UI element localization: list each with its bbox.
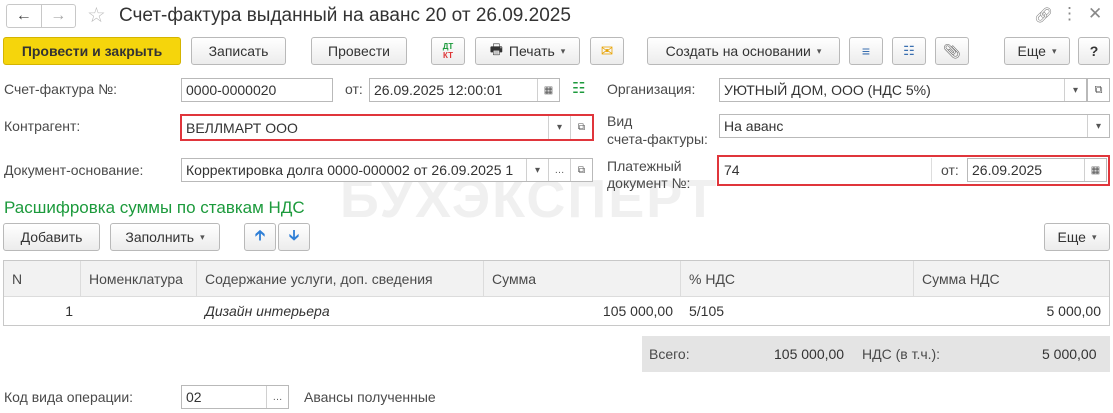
table-more-button[interactable]: Еще ▾ — [1044, 223, 1110, 251]
payment-document-label-2: документ №: — [607, 175, 691, 191]
nav-buttons: ← → — [6, 4, 76, 28]
dt-kt-button[interactable]: ДТ КТ — [431, 37, 465, 65]
date-field[interactable]: 26.09.2025 12:00:01 ▦ — [369, 78, 560, 102]
help-button[interactable]: ? — [1078, 37, 1110, 65]
payment-number-field[interactable]: 74 — [720, 158, 932, 182]
open-icon[interactable]: ⧉ — [570, 116, 592, 139]
vat-total-label: НДС (в т.ч.): — [862, 346, 941, 362]
email-button[interactable]: ✉ — [590, 37, 624, 65]
invoice-kind-label-1: Вид — [607, 113, 633, 129]
link-icon[interactable]: 🔗︎ — [1034, 6, 1053, 24]
table-header: N Номенклатура Содержание услуги, доп. с… — [4, 261, 1109, 297]
base-document-field[interactable]: Корректировка долга 0000-000002 от 26.09… — [181, 158, 593, 182]
col-item[interactable]: Номенклатура — [81, 261, 197, 296]
dropdown-caret-icon: ▾ — [816, 45, 822, 56]
post-and-close-button[interactable]: Провести и закрыть — [3, 37, 181, 65]
dropdown-caret-icon: ▾ — [1091, 231, 1097, 242]
post-button[interactable]: Провести — [311, 37, 407, 65]
calendar-icon[interactable]: ▦ — [537, 79, 559, 101]
base-document-label: Документ-основание: — [4, 162, 144, 178]
total-value: 105 000,00 — [774, 346, 845, 362]
vat-total-value: 5 000,00 — [1042, 346, 1097, 362]
vat-table: N Номенклатура Содержание услуги, доп. с… — [3, 260, 1110, 326]
cell-vat-sum: 5 000,00 — [1046, 303, 1102, 319]
cell-vat-rate: 5/105 — [689, 303, 725, 319]
organization-label: Организация: — [607, 81, 696, 97]
paperclip-icon: 📎︎ — [943, 42, 961, 59]
arrow-down-icon: 🡳︎ — [288, 226, 300, 244]
dropdown-arrow-icon[interactable]: ▾ — [1087, 115, 1109, 137]
table-row[interactable]: 1 Дизайн интерьера 105 000,00 5/105 5 00… — [4, 297, 1109, 325]
payment-document-label-1: Платежный — [607, 158, 682, 174]
dropdown-arrow-icon[interactable]: ▾ — [1064, 79, 1086, 101]
date-label: от: — [345, 81, 363, 97]
dropdown-arrow-icon[interactable]: ▾ — [526, 159, 548, 181]
printer-icon: 🖶︎ — [489, 41, 503, 57]
move-up-button[interactable]: 🡱︎ — [244, 223, 276, 251]
operation-name: Авансы полученные — [304, 389, 436, 405]
cell-n: 1 — [65, 303, 73, 319]
structure-button[interactable]: ☷ — [892, 37, 926, 65]
col-sum[interactable]: Сумма — [484, 261, 681, 296]
section-title: Расшифровка суммы по ставкам НДС — [4, 198, 305, 217]
move-down-button[interactable]: 🡳︎ — [278, 223, 310, 251]
cell-sum: 105 000,00 — [602, 303, 673, 319]
dropdown-arrow-icon[interactable]: ▾ — [548, 116, 570, 139]
open-icon: ⧉ — [1094, 83, 1103, 96]
back-arrow-icon[interactable]: ← — [7, 5, 42, 27]
col-vat-sum[interactable]: Сумма НДС — [914, 261, 1109, 296]
create-based-on-button[interactable]: Создать на основании ▾ — [647, 37, 840, 65]
col-vat-rate[interactable]: % НДС — [681, 261, 914, 296]
counterparty-field[interactable]: ВЕЛЛМАРТ ООО ▾ ⧉ — [180, 114, 594, 141]
payment-date-field[interactable]: 26.09.2025 ▦ — [967, 158, 1107, 182]
add-button[interactable]: Добавить — [3, 223, 100, 251]
edit-document-icon[interactable]: ☷ — [572, 79, 585, 97]
invoice-kind-label-2: счета-фактуры: — [607, 131, 708, 147]
organization-open-button[interactable]: ⧉ — [1087, 78, 1110, 102]
attachment-button[interactable]: 📎︎ — [935, 37, 969, 65]
dropdown-caret-icon: ▾ — [200, 231, 205, 242]
select-ellipsis-icon[interactable]: … — [266, 386, 288, 408]
open-icon[interactable]: ⧉ — [570, 159, 592, 181]
structure-icon: ☷ — [903, 43, 915, 58]
document-list-button[interactable]: ≡ — [849, 37, 883, 65]
cell-item — [81, 297, 197, 325]
operation-code-field[interactable]: 02 … — [181, 385, 289, 409]
more-button[interactable]: Еще ▾ — [1004, 37, 1070, 65]
totals-bar: Всего: 105 000,00 НДС (в т.ч.): 5 000,00 — [642, 336, 1110, 372]
list-icon: ≡ — [861, 43, 871, 59]
envelope-icon: ✉ — [600, 43, 614, 60]
dropdown-caret-icon: ▾ — [1051, 45, 1057, 56]
forward-arrow-icon[interactable]: → — [42, 5, 76, 27]
close-icon[interactable]: ✕ — [1088, 4, 1102, 24]
operation-code-label: Код вида операции: — [4, 389, 134, 405]
payment-document-group: 74 от: 26.09.2025 ▦ — [717, 155, 1110, 186]
menu-dots-icon[interactable]: ⋮ — [1061, 4, 1078, 24]
calendar-icon[interactable]: ▦ — [1084, 159, 1106, 181]
total-label: Всего: — [649, 346, 690, 362]
print-button[interactable]: 🖶︎ Печать ▾ — [475, 37, 580, 65]
col-n[interactable]: N — [4, 261, 81, 296]
invoice-kind-field[interactable]: На аванс ▾ — [719, 114, 1110, 138]
organization-field[interactable]: УЮТНЫЙ ДОМ, ООО (НДС 5%) ▾ — [719, 78, 1087, 102]
cell-content: Дизайн интерьера — [205, 303, 330, 319]
favorite-star-icon[interactable]: ☆ — [87, 3, 106, 28]
arrow-up-icon: 🡱︎ — [254, 226, 266, 244]
save-button[interactable]: Записать — [191, 37, 286, 65]
col-content[interactable]: Содержание услуги, доп. сведения — [197, 261, 484, 296]
fill-button[interactable]: Заполнить ▾ — [110, 223, 220, 251]
payment-date-label: от: — [941, 162, 959, 178]
invoice-number-label: Счет-фактура №: — [4, 81, 118, 97]
invoice-number-field[interactable]: 0000-0000020 — [181, 78, 333, 102]
page-title: Счет-фактура выданный на аванс 20 от 26.… — [119, 5, 571, 26]
dropdown-caret-icon: ▾ — [560, 45, 566, 56]
select-ellipsis-icon[interactable]: … — [548, 159, 570, 181]
counterparty-label: Контрагент: — [4, 118, 81, 134]
dt-kt-icon: ДТ КТ — [442, 42, 454, 60]
